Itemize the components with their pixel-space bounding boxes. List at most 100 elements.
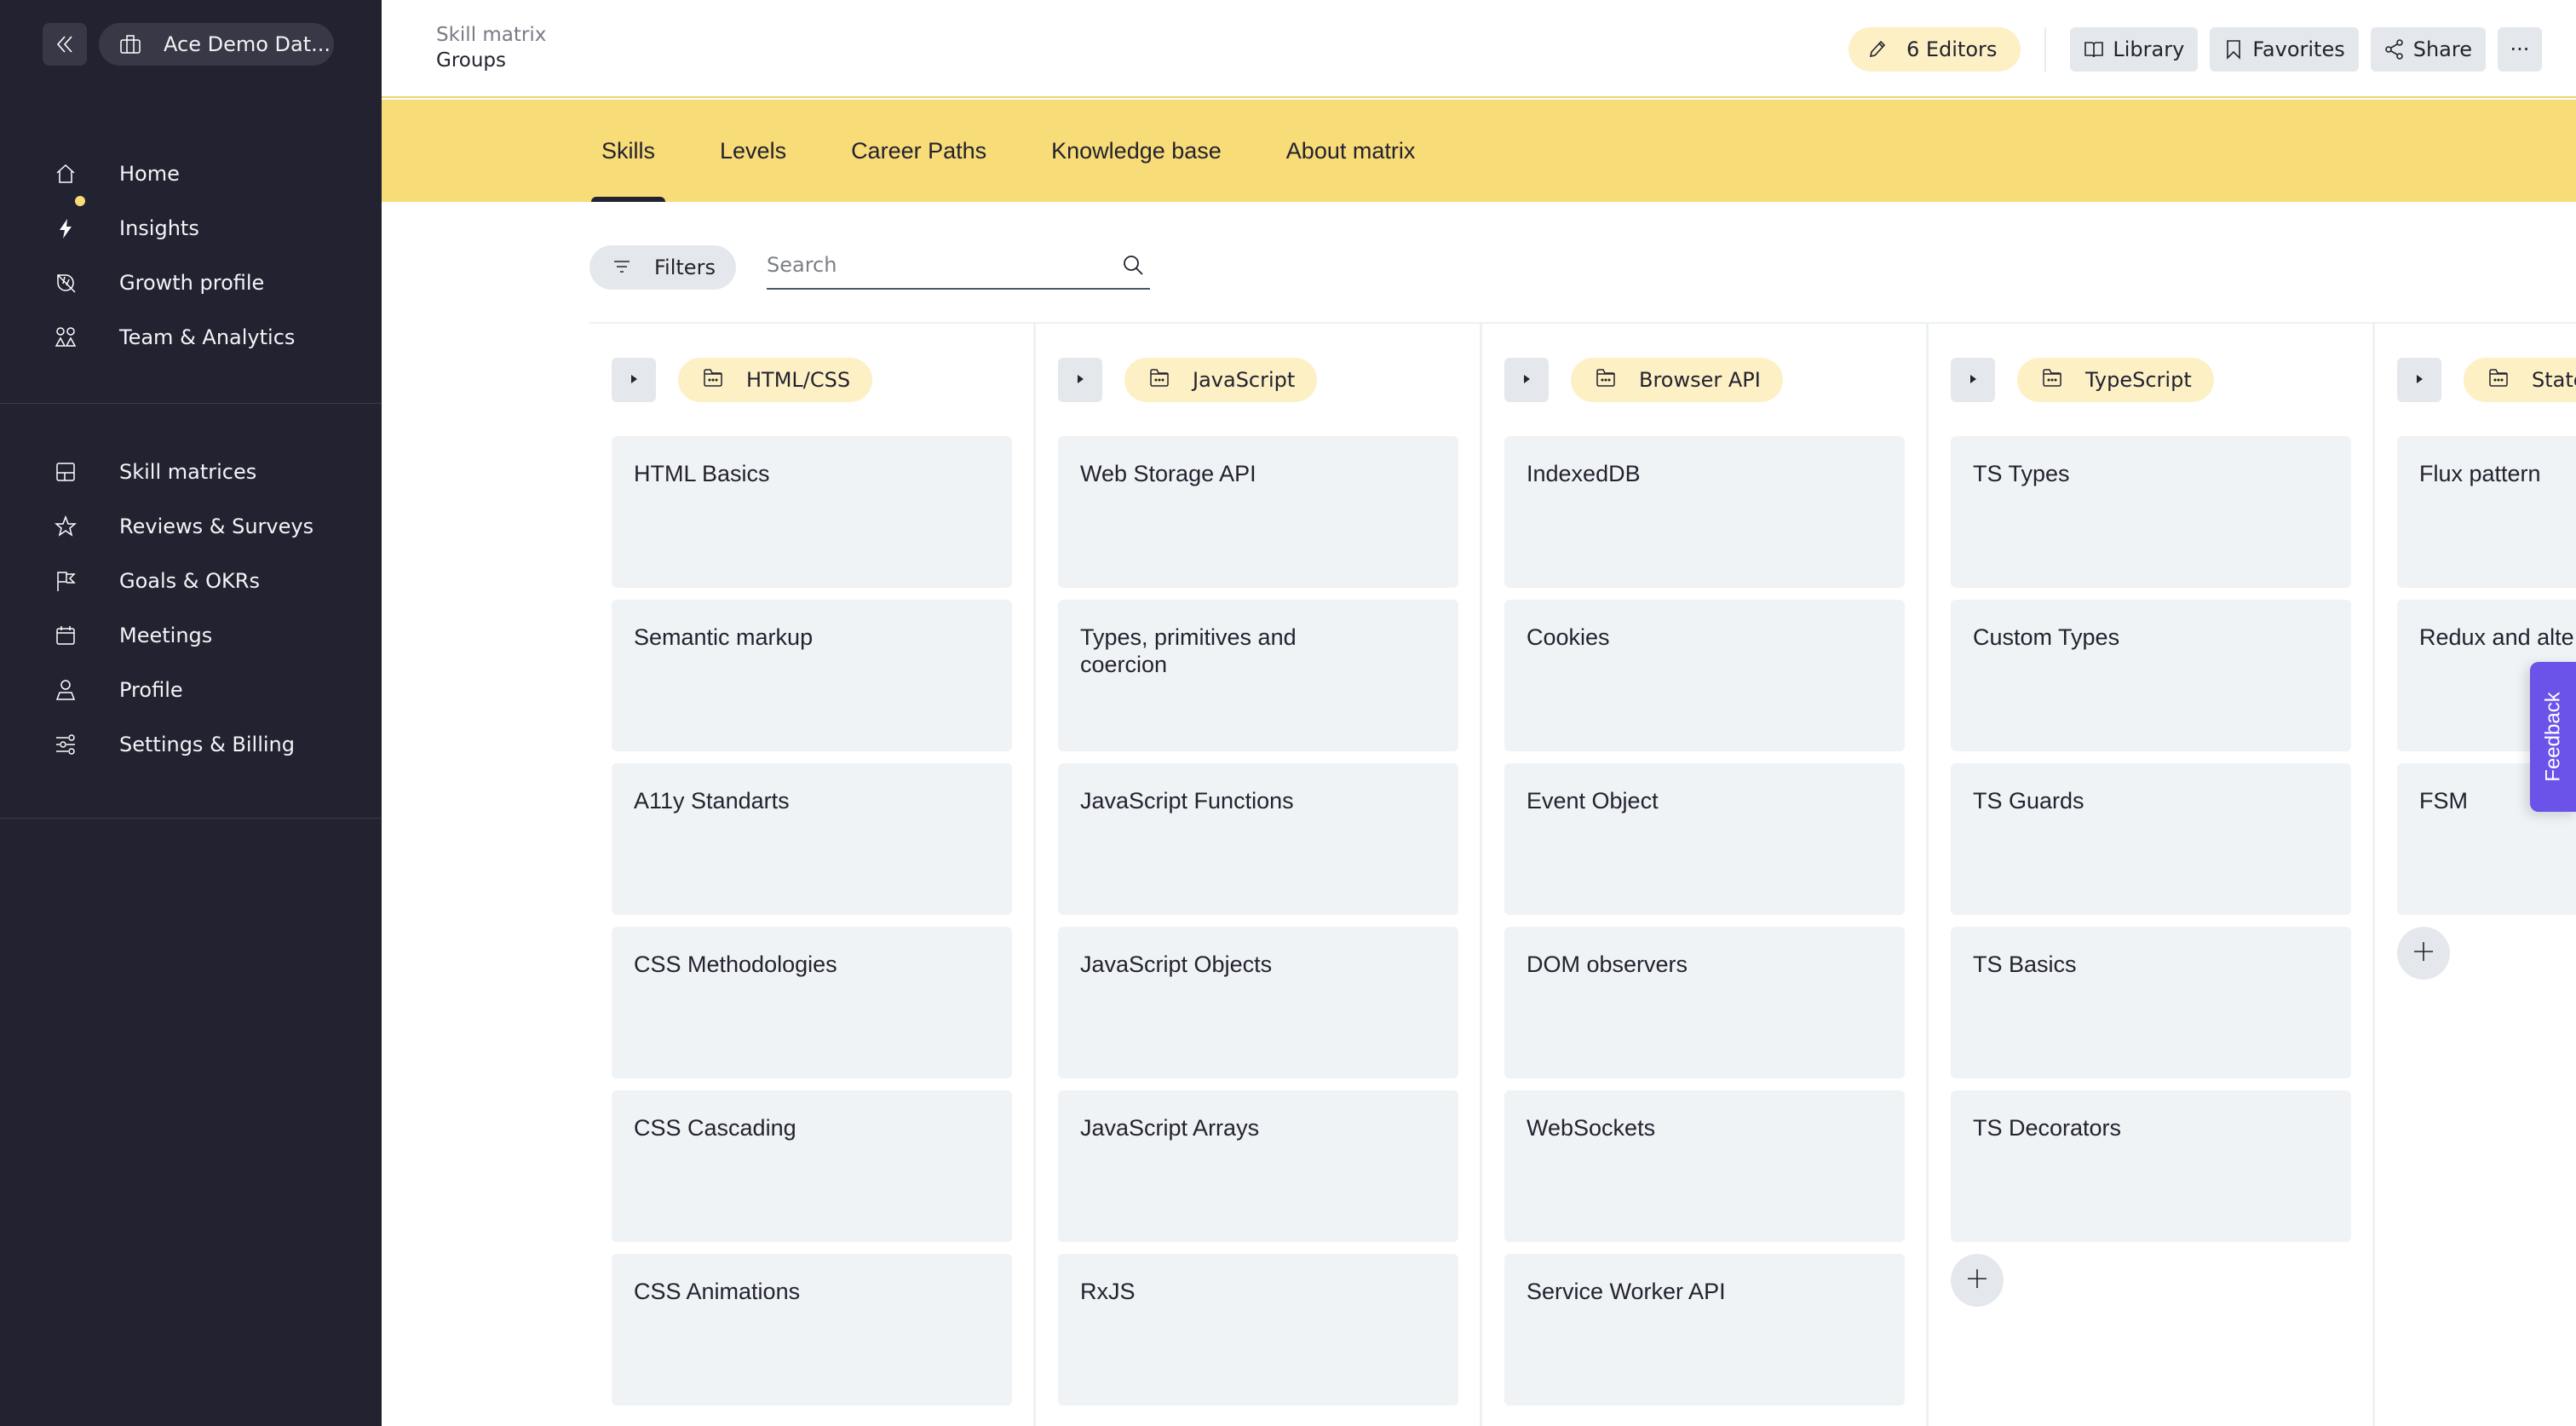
group-name-pill[interactable]: JavaScript: [1124, 358, 1318, 402]
skill-card[interactable]: Web Storage API: [1058, 436, 1458, 588]
sidebar-item-goals-okrs[interactable]: Goals & OKRs: [0, 554, 382, 608]
group-name-pill[interactable]: State: [2464, 358, 2576, 402]
sidebar-item-label: Meetings: [119, 624, 213, 647]
skill-name: RxJS: [1080, 1279, 1136, 1304]
skill-card[interactable]: Event Object: [1504, 763, 1905, 915]
skill-card[interactable]: TS Guards: [1951, 763, 2351, 915]
breadcrumb-parent[interactable]: Skill matrix: [436, 24, 546, 46]
add-skill-button[interactable]: [1951, 1254, 2004, 1307]
group-name-pill[interactable]: Browser API: [1571, 358, 1783, 402]
share-button[interactable]: Share: [2370, 27, 2486, 72]
skill-name: Types, primitives and coercion: [1080, 624, 1297, 677]
search-input[interactable]: [767, 253, 1090, 277]
sidebar-item-label: Goals & OKRs: [119, 569, 260, 593]
search-icon[interactable]: [1121, 253, 1145, 277]
skill-card[interactable]: HTML Basics: [612, 436, 1012, 588]
sidebar-item-profile[interactable]: Profile: [0, 663, 382, 717]
expand-group-button[interactable]: [1951, 358, 1995, 402]
skill-name: DOM observers: [1527, 952, 1688, 977]
sidebar-item-team-analytics[interactable]: Team & Analytics: [0, 310, 382, 365]
tab-skills[interactable]: Skills: [591, 100, 666, 202]
bookmark-icon: [2227, 40, 2241, 60]
sidebar-item-reviews-surveys[interactable]: Reviews & Surveys: [0, 499, 382, 554]
editors-label: 6 Editors: [1906, 37, 1998, 61]
sidebar-item-skill-matrices[interactable]: Skill matrices: [0, 445, 382, 499]
book-icon: [2084, 42, 2104, 58]
skill-card[interactable]: Service Worker API: [1504, 1254, 1905, 1406]
filters-button[interactable]: Filters: [589, 245, 736, 290]
skill-card[interactable]: DOM observers: [1504, 927, 1905, 1078]
add-skill-button[interactable]: [2397, 927, 2450, 980]
skill-card[interactable]: JavaScript Arrays: [1058, 1090, 1458, 1242]
tab-bar: Skills Levels Career Paths Knowledge bas…: [382, 100, 2576, 202]
collapse-sidebar-button[interactable]: [43, 23, 87, 66]
sidebar-item-insights[interactable]: Insights: [0, 196, 382, 256]
tab-levels[interactable]: Levels: [710, 100, 796, 202]
skill-name: TS Types: [1973, 461, 2070, 486]
skill-name: Event Object: [1527, 788, 1659, 814]
skill-card[interactable]: WebSockets: [1504, 1090, 1905, 1242]
expand-group-button[interactable]: [612, 358, 656, 402]
sidebar: Ace Demo Dat... Home Insights Growth pro…: [0, 0, 382, 1426]
editors-button[interactable]: 6 Editors: [1848, 27, 2021, 72]
skill-card[interactable]: JavaScript Objects: [1058, 927, 1458, 1078]
skill-card[interactable]: TS Decorators: [1951, 1090, 2351, 1242]
group-name-pill[interactable]: TypeScript: [2017, 358, 2214, 402]
skill-card[interactable]: CSS Methodologies: [612, 927, 1012, 1078]
skill-name: Service Worker API: [1527, 1279, 1726, 1304]
expand-group-button[interactable]: [1504, 358, 1549, 402]
tab-knowledge-base[interactable]: Knowledge base: [1041, 100, 1232, 202]
plus-icon: [2412, 940, 2435, 967]
share-label: Share: [2412, 37, 2472, 61]
skill-card[interactable]: Semantic markup: [612, 600, 1012, 751]
group-header: HTML/CSS: [612, 358, 1011, 402]
skill-card[interactable]: Types, primitives and coercion: [1058, 600, 1458, 751]
skill-card[interactable]: IndexedDB: [1504, 436, 1905, 588]
tab-about-matrix[interactable]: About matrix: [1276, 100, 1426, 202]
briefcase-icon: [120, 35, 141, 54]
skill-name: Cookies: [1527, 624, 1610, 650]
expand-group-button[interactable]: [2397, 358, 2441, 402]
library-label: Library: [2113, 37, 2185, 61]
skill-card[interactable]: Custom Types: [1951, 600, 2351, 751]
group-name-pill[interactable]: HTML/CSS: [678, 358, 873, 402]
calendar-icon: [55, 624, 77, 647]
skill-name: IndexedDB: [1527, 461, 1641, 486]
tab-career-paths[interactable]: Career Paths: [841, 100, 997, 202]
favorites-button[interactable]: Favorites: [2210, 27, 2359, 72]
sidebar-item-label: Home: [119, 162, 180, 186]
skill-name: Web Storage API: [1080, 461, 1256, 486]
skill-card[interactable]: Cookies: [1504, 600, 1905, 751]
header-divider: [2044, 27, 2047, 72]
notification-dot: [75, 196, 85, 206]
skill-card[interactable]: Flux pattern: [2397, 436, 2576, 588]
sidebar-item-settings-billing[interactable]: Settings & Billing: [0, 717, 382, 772]
library-button[interactable]: Library: [2070, 27, 2199, 72]
header-actions: 6 Editors Library Favorites Share ···: [1848, 27, 2542, 72]
expand-group-button[interactable]: [1058, 358, 1102, 402]
skill-card[interactable]: CSS Cascading: [612, 1090, 1012, 1242]
sidebar-item-growth-profile[interactable]: Growth profile: [0, 256, 382, 310]
skill-name: TS Basics: [1973, 952, 2077, 977]
skill-name: Custom Types: [1973, 624, 2120, 650]
sidebar-item-label: Reviews & Surveys: [119, 515, 314, 538]
workspace-switcher[interactable]: Ace Demo Dat...: [99, 23, 334, 66]
play-icon: [1967, 372, 1979, 388]
sidebar-item-meetings[interactable]: Meetings: [0, 608, 382, 663]
skill-card[interactable]: TS Types: [1951, 436, 2351, 588]
feedback-tab[interactable]: Feedback: [2530, 662, 2576, 812]
skill-card[interactable]: CSS Animations: [612, 1254, 1012, 1406]
more-options-button[interactable]: ···: [2498, 27, 2542, 72]
skill-card[interactable]: A11y Standarts: [612, 763, 1012, 915]
skill-card[interactable]: JavaScript Functions: [1058, 763, 1458, 915]
skill-card[interactable]: TS Basics: [1951, 927, 2351, 1078]
user-icon: [55, 679, 77, 701]
sidebar-item-home[interactable]: Home: [0, 147, 382, 201]
group-header: Browser API: [1504, 358, 1904, 402]
skill-card[interactable]: RxJS: [1058, 1254, 1458, 1406]
skill-name: JavaScript Objects: [1080, 952, 1273, 977]
skill-name: JavaScript Functions: [1080, 788, 1294, 814]
skill-name: WebSockets: [1527, 1115, 1656, 1141]
group-header: TypeScript: [1951, 358, 2350, 402]
skills-board: HTML/CSS HTML Basics Semantic markup A11y S…: [589, 324, 2576, 1426]
